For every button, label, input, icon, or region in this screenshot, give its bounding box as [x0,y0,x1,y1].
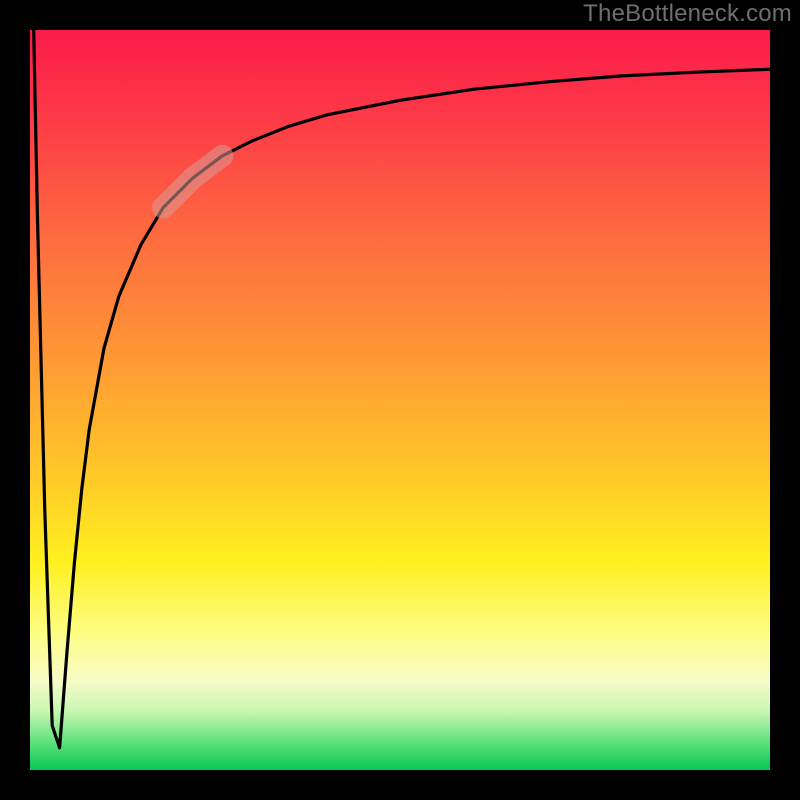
bottleneck-curve-path [34,30,770,748]
curve-svg [30,30,770,770]
highlight-segment [163,156,222,208]
watermark-text: TheBottleneck.com [583,0,792,28]
chart-frame: TheBottleneck.com [0,0,800,800]
